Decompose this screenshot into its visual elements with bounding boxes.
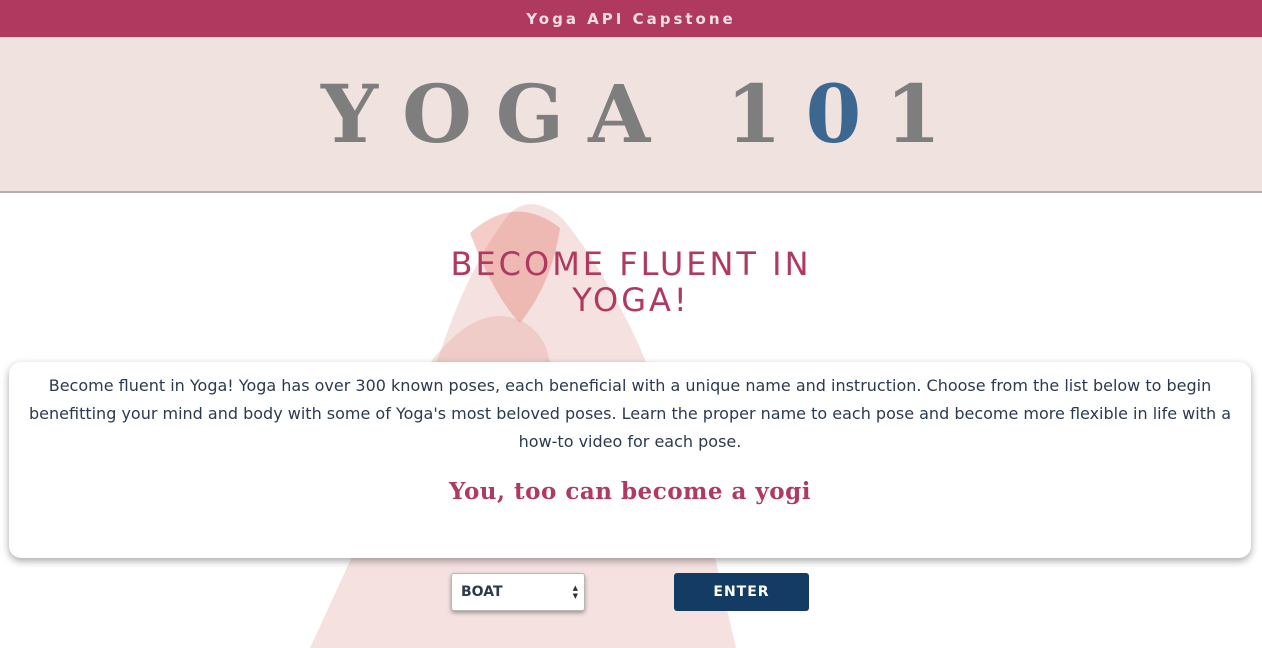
- hero-title-accent: 0: [805, 67, 886, 161]
- pose-select-value: BOAT: [461, 584, 503, 600]
- hero-title: YOGA 101: [297, 67, 965, 161]
- intro-card: Become fluent in Yoga! Yoga has over 300…: [9, 362, 1251, 558]
- enter-button[interactable]: ENTER: [674, 573, 809, 611]
- headline-line2: YOGA!: [572, 281, 690, 319]
- pose-select[interactable]: BOAT ▲ ▼: [451, 573, 585, 611]
- hero-header: YOGA 101: [0, 37, 1262, 193]
- hero-title-end: 1: [885, 67, 966, 161]
- tagline: You, too can become a yogi: [449, 478, 811, 505]
- headline-line1: BECOME FLUENT IN: [450, 245, 812, 283]
- chevron-updown-icon: ▲ ▼: [572, 583, 578, 600]
- intro-description: Become fluent in Yoga! Yoga has over 300…: [29, 376, 1231, 451]
- site-title: Yoga API Capstone: [526, 9, 736, 28]
- hero-title-main: YOGA 1: [320, 67, 806, 161]
- top-banner: Yoga API Capstone: [0, 0, 1262, 37]
- headline: BECOME FLUENT IN YOGA!: [381, 246, 881, 318]
